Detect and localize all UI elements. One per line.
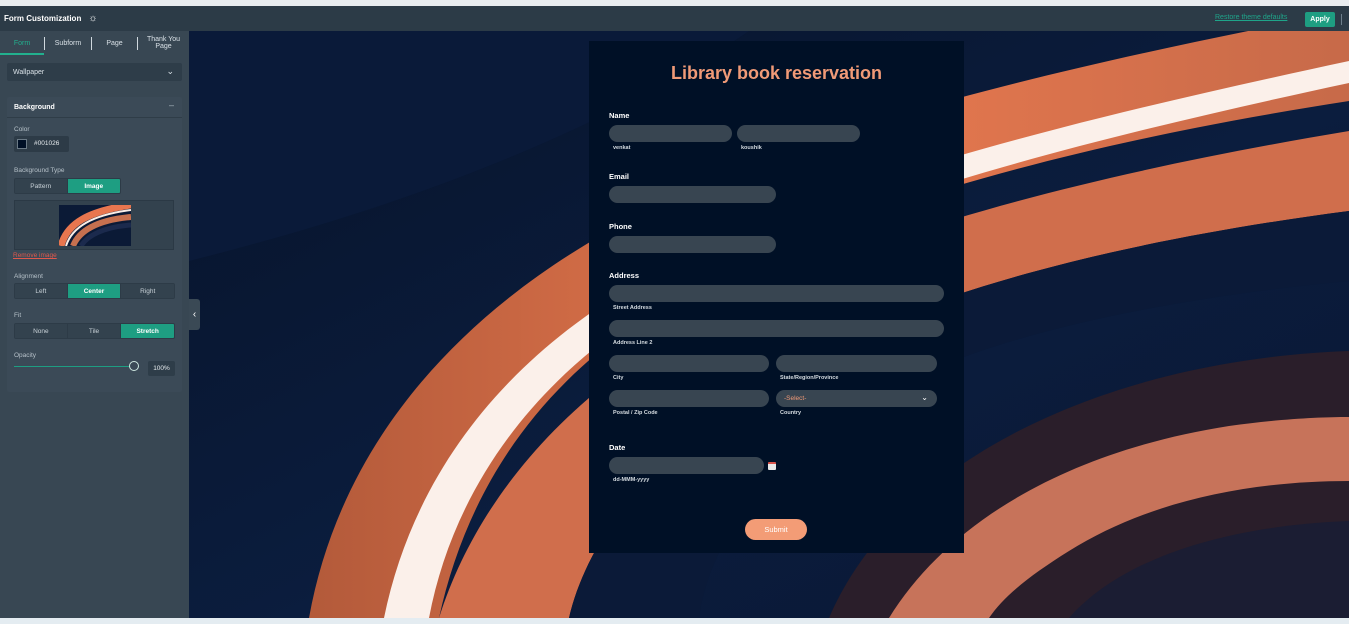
fit-tile[interactable]: Tile: [67, 324, 122, 338]
email-input[interactable]: [609, 186, 776, 203]
tab-subform[interactable]: Subform: [45, 31, 91, 55]
color-label: Color: [14, 126, 30, 133]
street-address-input[interactable]: [609, 285, 944, 302]
color-swatch[interactable]: [17, 139, 27, 149]
background-panel: Background – Color #001026 Background Ty…: [7, 97, 182, 392]
country-select-value: -Select-: [784, 395, 807, 402]
street-address-sublabel: Street Address: [613, 305, 652, 311]
chevron-left-icon[interactable]: ‹: [189, 299, 200, 330]
chevron-down-icon: ⌄: [921, 393, 928, 402]
header-divider: [1341, 14, 1342, 25]
background-panel-header[interactable]: Background –: [7, 97, 182, 118]
apply-button[interactable]: Apply: [1305, 12, 1335, 27]
background-title: Background: [14, 104, 55, 111]
customization-sidebar: Form Subform Page Thank You Page Wallpap…: [0, 31, 189, 618]
background-type-image[interactable]: Image: [67, 179, 120, 193]
form-card: Library book reservation Name venkat kou…: [589, 41, 964, 553]
opacity-value-input[interactable]: 100%: [148, 361, 175, 376]
fit-label: Fit: [14, 312, 22, 319]
email-label: Email: [609, 172, 630, 181]
state-input[interactable]: [776, 355, 937, 372]
form-preview-canvas: Library book reservation Name venkat kou…: [189, 31, 1349, 618]
chevron-down-icon: ⌄: [166, 66, 174, 76]
opacity-label: Opacity: [14, 352, 37, 359]
image-preview-box[interactable]: [14, 200, 174, 250]
address-line-2-input[interactable]: [609, 320, 944, 337]
color-picker[interactable]: #001026: [14, 136, 69, 152]
country-sublabel: Country: [780, 410, 802, 416]
calendar-icon[interactable]: [768, 462, 776, 470]
city-sublabel: City: [613, 375, 624, 381]
fit-stretch[interactable]: Stretch: [121, 324, 174, 338]
alignment-center[interactable]: Center: [67, 284, 122, 298]
first-name-sublabel: venkat: [613, 145, 631, 151]
sidebar-tabs: Form Subform Page Thank You Page: [0, 31, 189, 55]
alignment-left[interactable]: Left: [15, 284, 68, 298]
country-select[interactable]: -Select- ⌄: [776, 390, 937, 407]
app-root: Form Customization ☼ Restore theme defau…: [0, 0, 1349, 624]
postal-code-sublabel: Postal / Zip Code: [613, 410, 658, 416]
wallpaper-label: Wallpaper: [13, 68, 45, 76]
date-label: Date: [609, 443, 626, 452]
opacity-slider-handle[interactable]: [129, 361, 139, 371]
fit-none[interactable]: None: [15, 324, 68, 338]
phone-input[interactable]: [609, 236, 776, 253]
background-type-pattern[interactable]: Pattern: [15, 179, 68, 193]
postal-code-input[interactable]: [609, 390, 769, 407]
address-label: Address: [609, 271, 640, 280]
address-line-2-sublabel: Address Line 2: [613, 340, 653, 346]
background-type-label: Background Type: [14, 167, 65, 174]
form-title: Library book reservation: [670, 63, 883, 83]
background-type-toggle: Pattern Image: [14, 178, 121, 194]
browser-bottom-strip: [0, 618, 1349, 624]
fit-toggle: None Tile Stretch: [14, 323, 175, 339]
city-input[interactable]: [609, 355, 769, 372]
state-sublabel: State/Region/Province: [780, 375, 839, 381]
alignment-toggle: Left Center Right: [14, 283, 175, 299]
phone-label: Phone: [609, 222, 632, 231]
date-format-sublabel: dd-MMM-yyyy: [613, 477, 650, 483]
last-name-input[interactable]: [737, 125, 860, 142]
wallpaper-thumbnail: [59, 205, 131, 246]
name-label: Name: [609, 111, 630, 120]
top-header-bar: Form Customization ☼ Restore theme defau…: [0, 6, 1349, 31]
tab-form[interactable]: Form: [0, 31, 44, 55]
date-input[interactable]: [609, 457, 764, 474]
page-title: Form Customization: [4, 14, 82, 23]
tab-page[interactable]: Page: [92, 31, 137, 55]
wallpaper-dropdown[interactable]: Wallpaper ⌄: [7, 63, 182, 81]
alignment-right[interactable]: Right: [121, 284, 174, 298]
opacity-slider-track[interactable]: [14, 366, 139, 367]
tab-thank-you-page[interactable]: Thank You Page: [138, 31, 189, 55]
color-hex-value: #001026: [34, 140, 60, 147]
sun-icon[interactable]: ☼: [88, 13, 97, 24]
restore-theme-defaults-link[interactable]: Restore theme defaults: [1215, 14, 1287, 21]
first-name-input[interactable]: [609, 125, 732, 142]
last-name-sublabel: koushik: [741, 145, 762, 151]
submit-button[interactable]: Submit: [745, 519, 807, 540]
remove-image-link[interactable]: Remove image: [13, 252, 57, 259]
alignment-label: Alignment: [14, 273, 43, 280]
collapse-minus-icon[interactable]: –: [169, 100, 174, 110]
